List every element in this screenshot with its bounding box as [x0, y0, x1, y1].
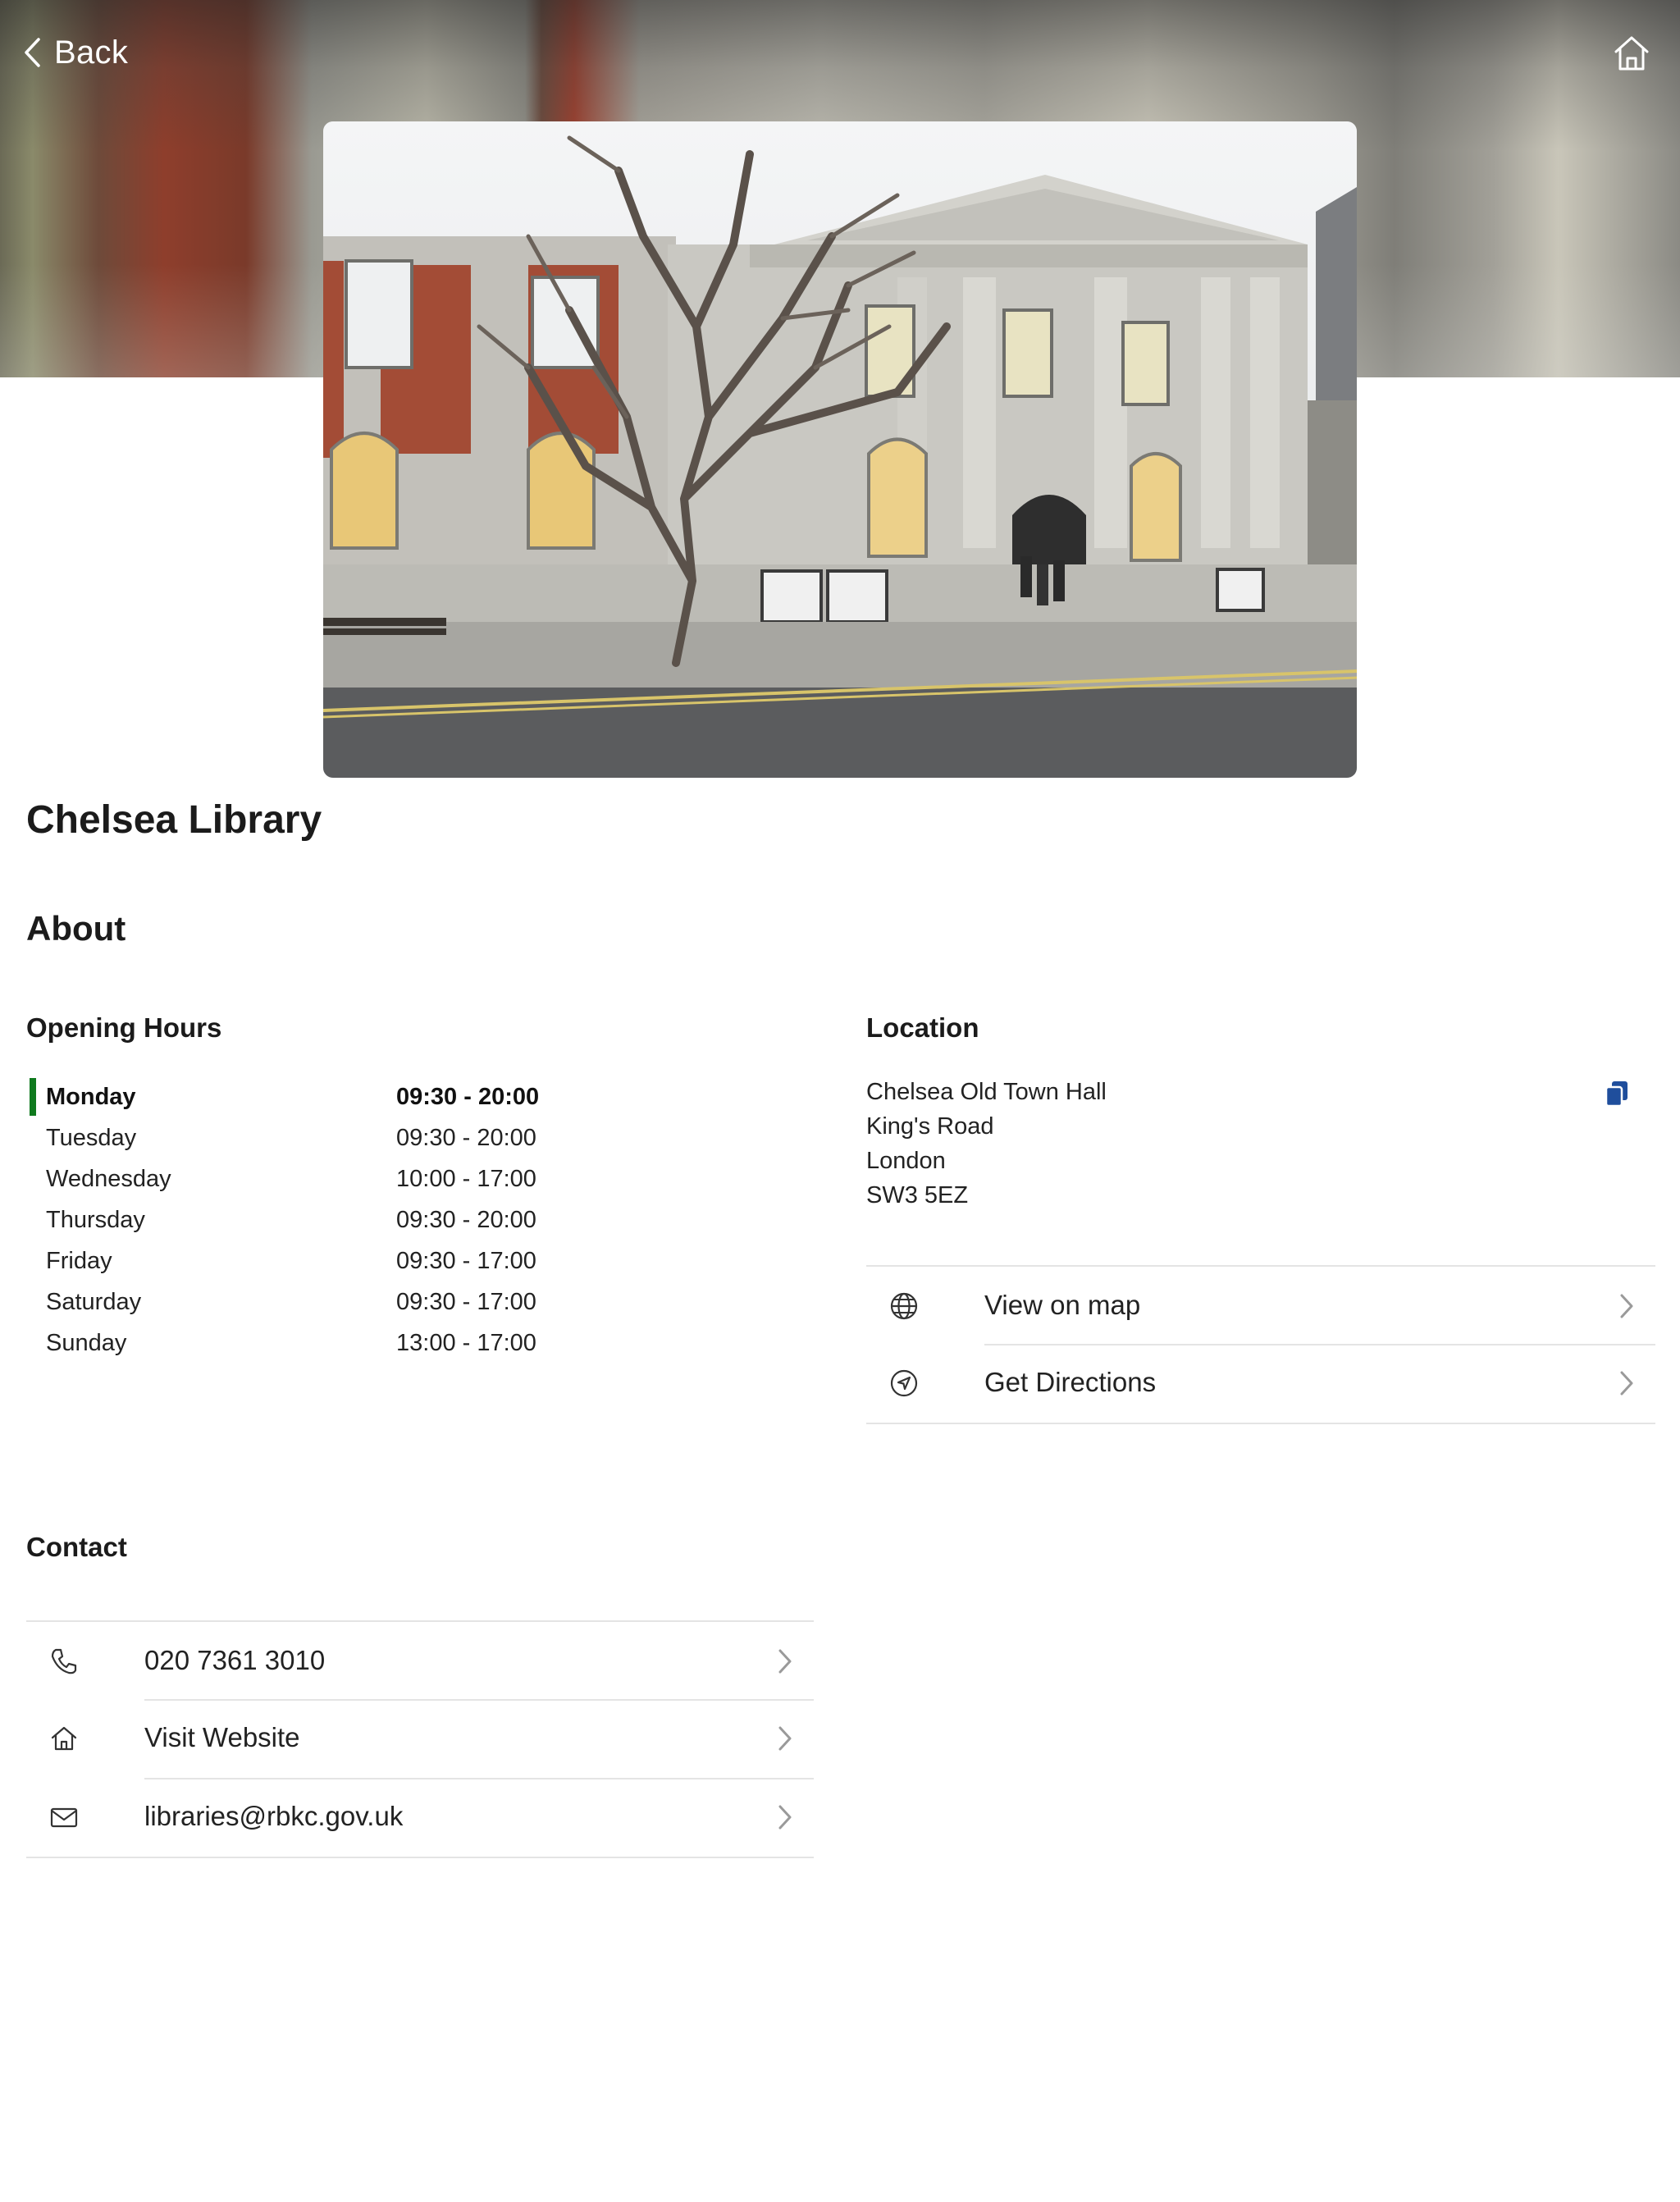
back-button[interactable]: Back [23, 31, 128, 74]
address-line: King's Road [866, 1113, 994, 1140]
home-icon[interactable] [1611, 33, 1652, 74]
address-line: London [866, 1148, 946, 1174]
hours-row-saturday: Saturday 09:30 - 17:00 [26, 1281, 765, 1323]
get-directions-label: Get Directions [984, 1367, 1157, 1397]
view-on-map-label: View on map [984, 1290, 1141, 1320]
hours-row-friday: Friday 09:30 - 17:00 [26, 1240, 765, 1281]
today-indicator [30, 1078, 36, 1116]
email-label: libraries@rbkc.gov.uk [144, 1801, 404, 1831]
hours-row-sunday: Sunday 13:00 - 17:00 [26, 1323, 765, 1364]
phone-button[interactable]: 020 7361 3010 [26, 1620, 814, 1699]
back-label: Back [54, 34, 129, 71]
chevron-right-icon [778, 1805, 792, 1830]
hours-day: Sunday [46, 1329, 127, 1356]
list-divider [26, 1857, 814, 1858]
get-directions-button[interactable]: Get Directions [866, 1344, 1655, 1423]
library-title: Chelsea Library [26, 798, 322, 842]
globe-icon [890, 1292, 918, 1320]
email-button[interactable]: libraries@rbkc.gov.uk [26, 1778, 814, 1857]
hours-time: 09:30 - 20:00 [396, 1124, 536, 1151]
visit-website-label: Visit Website [144, 1722, 300, 1752]
hours-day: Wednesday [46, 1165, 171, 1192]
hours-row-thursday: Thursday 09:30 - 20:00 [26, 1199, 765, 1240]
hours-day: Saturday [46, 1288, 142, 1315]
hours-time: 13:00 - 17:00 [396, 1329, 536, 1356]
hours-time: 09:30 - 20:00 [396, 1206, 536, 1233]
hours-time: 09:30 - 20:00 [396, 1083, 540, 1110]
phone-icon [51, 1648, 77, 1674]
hours-day: Tuesday [46, 1124, 137, 1151]
list-divider [866, 1423, 1655, 1424]
navigation-arrow-icon [890, 1369, 918, 1397]
location-heading: Location [866, 1012, 979, 1043]
address-line: SW3 5EZ [866, 1182, 969, 1208]
hours-row-monday: Monday 09:30 - 20:00 [26, 1076, 765, 1117]
contact-list: 020 7361 3010 Visit Website libraries@rb… [26, 1620, 814, 1858]
hours-time: 09:30 - 17:00 [396, 1247, 536, 1274]
contact-heading: Contact [26, 1532, 127, 1562]
opening-hours-list: Monday 09:30 - 20:00 Tuesday 09:30 - 20:… [26, 1076, 765, 1364]
view-on-map-button[interactable]: View on map [866, 1265, 1655, 1344]
visit-website-button[interactable]: Visit Website [26, 1699, 814, 1778]
hours-row-tuesday: Tuesday 09:30 - 20:00 [26, 1117, 765, 1158]
opening-hours-heading: Opening Hours [26, 1012, 222, 1043]
chevron-right-icon [778, 1649, 792, 1674]
hours-day: Friday [46, 1247, 112, 1274]
about-heading: About [26, 909, 126, 948]
library-photo [323, 121, 1357, 778]
address-block: Chelsea Old Town Hall King's Road London… [866, 1075, 1107, 1213]
chevron-right-icon [1620, 1371, 1633, 1396]
hours-row-wednesday: Wednesday 10:00 - 17:00 [26, 1158, 765, 1199]
chevron-right-icon [1620, 1294, 1633, 1318]
location-actions-list: View on map Get Directions [866, 1265, 1655, 1424]
hours-day: Monday [46, 1083, 136, 1110]
hours-time: 10:00 - 17:00 [396, 1165, 536, 1192]
chevron-left-icon [25, 38, 40, 67]
address-line: Chelsea Old Town Hall [866, 1079, 1107, 1105]
chevron-right-icon [778, 1726, 792, 1751]
hours-day: Thursday [46, 1206, 145, 1233]
phone-label: 020 7361 3010 [144, 1645, 326, 1675]
house-icon [51, 1726, 77, 1751]
hours-time: 09:30 - 17:00 [396, 1288, 536, 1315]
copy-icon[interactable] [1603, 1080, 1631, 1108]
envelope-icon [50, 1807, 78, 1828]
